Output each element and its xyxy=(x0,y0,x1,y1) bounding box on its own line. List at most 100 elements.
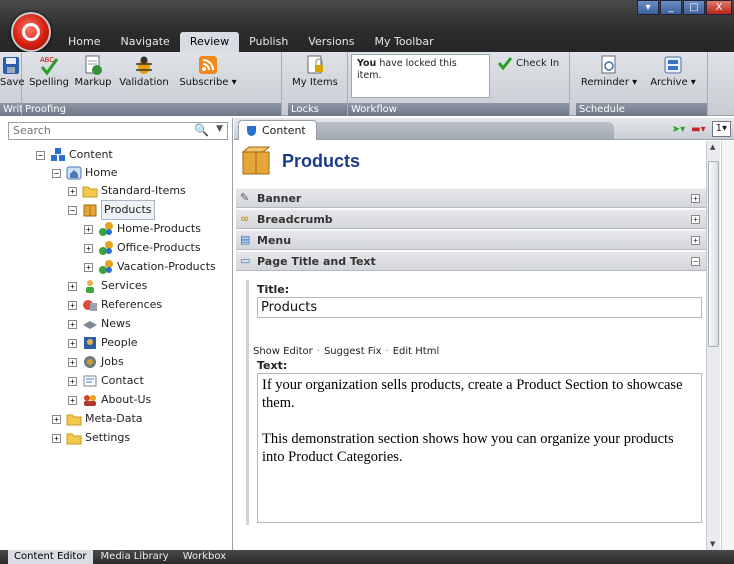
section-breadcrumb[interactable]: ∞ Breadcrumb + xyxy=(236,209,706,229)
group-title-write: Write xyxy=(0,103,29,116)
subscribe-label: Subscribe xyxy=(179,77,229,88)
scroll-down-icon[interactable]: ▼ xyxy=(710,540,715,548)
search-box[interactable]: 🔍 ▼ xyxy=(8,122,228,140)
bug-icon xyxy=(136,56,152,74)
tab-review[interactable]: Review xyxy=(179,32,240,52)
close-button[interactable]: X xyxy=(706,0,732,15)
menu-icon: ▤ xyxy=(240,233,251,246)
tree-item-office-products[interactable]: + Office-Products xyxy=(84,239,201,257)
tree-item-home[interactable]: − Home xyxy=(52,164,117,182)
separator-dot: · xyxy=(316,346,320,357)
title-field-label: Title: xyxy=(257,283,290,296)
locked-items-icon xyxy=(307,55,323,74)
search-input[interactable] xyxy=(13,124,173,137)
banner-icon: ✎ xyxy=(240,191,250,204)
collapse-toggle[interactable]: − xyxy=(36,150,45,160)
page-selector[interactable]: 1▾ xyxy=(711,121,731,137)
orb-ring-icon xyxy=(22,23,40,41)
tree-item-people[interactable]: + People xyxy=(68,334,138,352)
tree-item-vacation-products[interactable]: + Vacation-Products xyxy=(84,258,216,276)
window-menu-button[interactable]: ▾ xyxy=(637,0,659,15)
subscribe-button[interactable]: Subscribe ▾ xyxy=(174,54,242,88)
show-editor-link[interactable]: Show Editor xyxy=(253,346,313,357)
expand-toggle[interactable]: + xyxy=(68,186,77,196)
app-menu-orb[interactable] xyxy=(11,12,51,52)
reminder-button[interactable]: Reminder ▾ xyxy=(580,54,638,88)
tree-item-references[interactable]: + References xyxy=(68,296,162,314)
side-panel-strip xyxy=(721,141,734,550)
tree-item-news[interactable]: + News xyxy=(68,315,131,333)
tab-versions[interactable]: Versions xyxy=(298,32,364,52)
tree-item-label: People xyxy=(101,336,138,349)
tab-media-library[interactable]: Media Library xyxy=(95,550,175,564)
edit-html-link[interactable]: Edit Html xyxy=(393,346,440,357)
tree-item-settings[interactable]: + Settings xyxy=(52,429,130,447)
tab-content-editor[interactable]: Content Editor xyxy=(8,550,93,564)
reminder-icon xyxy=(601,55,616,74)
expand-toggle[interactable]: + xyxy=(691,236,700,245)
expand-toggle[interactable]: + xyxy=(84,224,93,234)
maximize-button[interactable]: □ xyxy=(683,0,705,15)
expand-toggle[interactable]: + xyxy=(84,262,93,272)
tree-item-products[interactable]: − Products xyxy=(68,200,155,220)
expand-toggle[interactable]: + xyxy=(52,414,61,424)
tab-publish[interactable]: Publish xyxy=(239,32,298,52)
flag-icon[interactable]: ▬▾ xyxy=(691,124,705,135)
section-page-title-and-text[interactable]: ▭ Page Title and Text − xyxy=(236,251,706,271)
expand-toggle[interactable]: + xyxy=(68,376,77,386)
archive-button[interactable]: Archive ▾ xyxy=(642,54,704,88)
save-button[interactable]: Save xyxy=(0,54,25,88)
ribbon-group-write: Save Write xyxy=(0,52,29,116)
minimize-button[interactable]: _ xyxy=(660,0,682,15)
suggest-fix-link[interactable]: Suggest Fix xyxy=(324,346,382,357)
navigate-arrow-icon[interactable]: ➤▾ xyxy=(672,124,685,135)
markup-button[interactable]: Markup xyxy=(72,54,114,88)
expand-toggle[interactable]: + xyxy=(68,281,77,291)
expand-toggle[interactable]: + xyxy=(68,338,77,348)
collapse-toggle[interactable]: − xyxy=(691,257,700,266)
expand-toggle[interactable]: + xyxy=(84,243,93,253)
validation-label: Validation xyxy=(119,77,169,88)
tree-item-content[interactable]: − Content xyxy=(36,146,113,164)
search-icon[interactable]: 🔍 xyxy=(194,123,209,137)
archive-icon xyxy=(664,56,682,74)
tree-item-home-products[interactable]: + Home-Products xyxy=(84,220,201,238)
tree-item-meta-data[interactable]: + Meta-Data xyxy=(52,410,143,428)
collapse-toggle[interactable]: − xyxy=(68,205,77,215)
expand-toggle[interactable]: + xyxy=(68,357,77,367)
section-banner[interactable]: ✎ Banner + xyxy=(236,188,706,208)
tree-item-label: Standard-Items xyxy=(101,184,186,197)
tree-item-contact[interactable]: + Contact xyxy=(68,372,144,390)
expand-toggle[interactable]: + xyxy=(68,300,77,310)
tree-item-label: Settings xyxy=(85,431,131,444)
scrollbar-thumb[interactable] xyxy=(708,161,719,347)
tab-workbox[interactable]: Workbox xyxy=(177,550,232,564)
editor-tab-content[interactable]: Content xyxy=(238,120,317,140)
text-field[interactable]: If your organization sells products, cre… xyxy=(257,373,702,523)
tree-item-label: Vacation-Products xyxy=(117,260,216,273)
expand-toggle[interactable]: + xyxy=(52,433,61,443)
expand-toggle[interactable]: + xyxy=(691,194,700,203)
collapse-toggle[interactable]: − xyxy=(52,168,61,178)
vertical-scrollbar[interactable]: ▲ ▼ xyxy=(706,141,720,550)
tab-my-toolbar[interactable]: My Toolbar xyxy=(364,32,443,52)
tab-navigate[interactable]: Navigate xyxy=(110,32,179,52)
my-items-button[interactable]: My Items xyxy=(290,54,340,88)
expand-toggle[interactable]: + xyxy=(68,319,77,329)
editor-tab-bar: Content ➤▾ ▬▾ 1▾ xyxy=(234,118,734,140)
expand-toggle[interactable]: + xyxy=(691,215,700,224)
tree-item-standard-items[interactable]: + Standard-Items xyxy=(68,182,186,200)
breadcrumb-icon: ∞ xyxy=(240,212,250,225)
check-in-button[interactable]: Check In xyxy=(497,56,559,70)
validation-button[interactable]: Validation xyxy=(116,54,172,88)
tree-item-jobs[interactable]: + Jobs xyxy=(68,353,124,371)
tree-item-about-us[interactable]: + About-Us xyxy=(68,391,151,409)
section-menu[interactable]: ▤ Menu + xyxy=(236,230,706,250)
spelling-button[interactable]: ABC Spelling xyxy=(28,54,70,88)
tree-item-services[interactable]: + Services xyxy=(68,277,147,295)
expand-toggle[interactable]: + xyxy=(68,395,77,405)
title-field[interactable] xyxy=(257,297,702,318)
scroll-up-icon[interactable]: ▲ xyxy=(710,143,715,151)
chevron-down-icon[interactable]: ▼ xyxy=(216,124,223,134)
tab-home[interactable]: Home xyxy=(58,32,110,52)
